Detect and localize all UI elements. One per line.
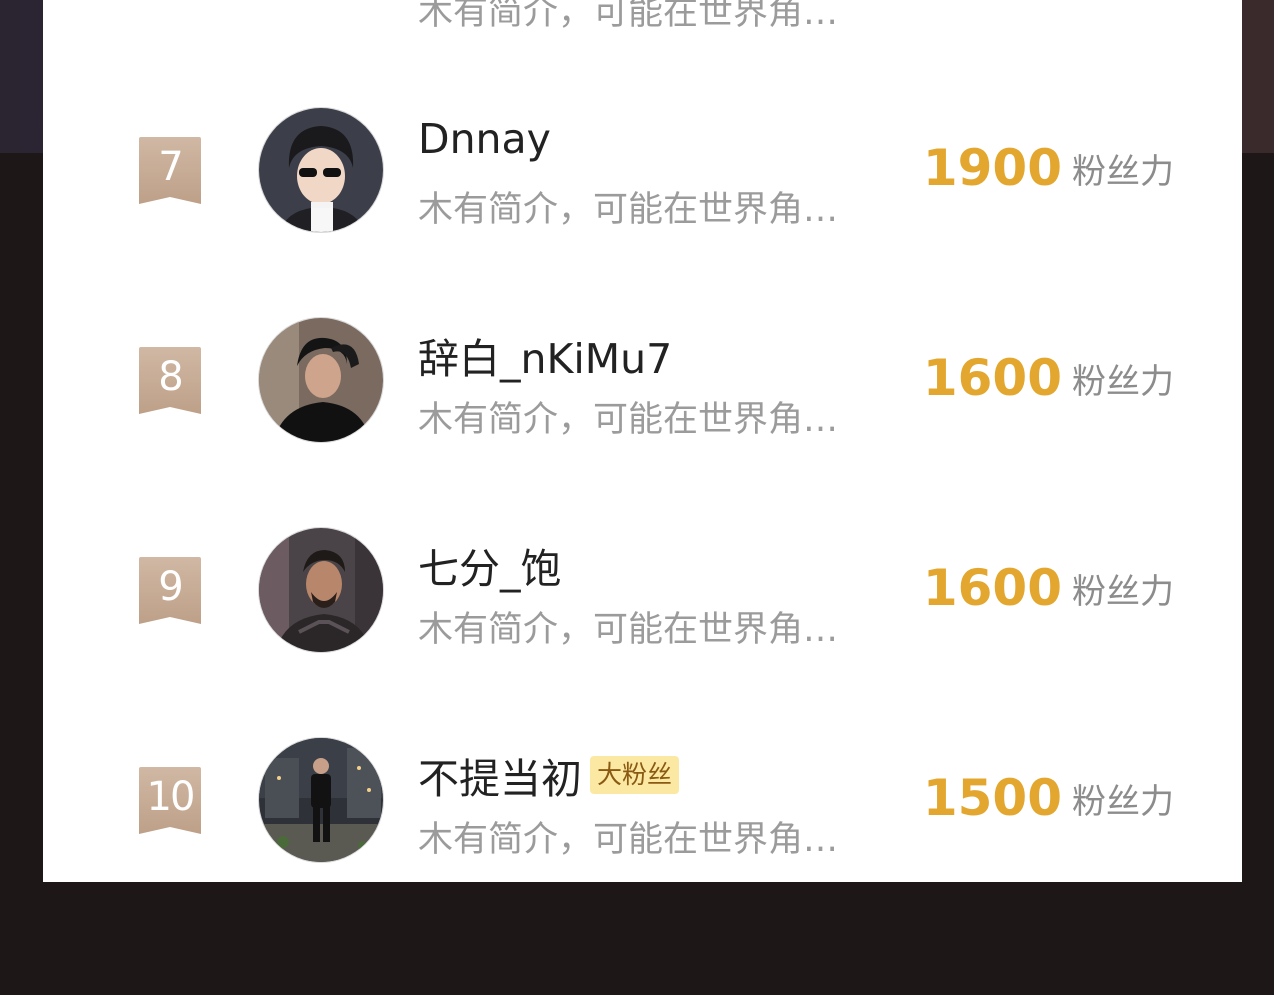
rank-badge: 10 xyxy=(139,767,201,835)
fan-power-value: 1900 xyxy=(922,139,1062,197)
fan-power-unit: 粉丝力 xyxy=(1072,781,1174,822)
fan-power: 1500 粉丝力 xyxy=(923,769,1174,827)
user-name[interactable]: 不提当初 xyxy=(418,755,582,803)
user-name[interactable]: 辞白_nKiMu7 xyxy=(418,335,672,383)
ranking-row[interactable]: 8 辞白_nKiMu7 木有简介，可能在世界角… 1600 粉丝力 xyxy=(43,275,1242,485)
fan-power-unit: 粉丝力 xyxy=(1072,361,1174,402)
avatar[interactable] xyxy=(258,527,384,653)
user-intro: 木有简介，可能在世界角… xyxy=(418,0,839,33)
fan-power-value: 1600 xyxy=(922,559,1062,617)
fan-power-unit: 粉丝力 xyxy=(1072,151,1174,192)
ranking-row-previous[interactable]: 木有简介，可能在世界角… xyxy=(43,0,1242,38)
big-fan-badge: 大粉丝 xyxy=(590,756,680,794)
user-intro: 木有简介，可能在世界角… xyxy=(418,820,839,860)
user-intro: 木有简介，可能在世界角… xyxy=(418,610,839,650)
rank-badge: 7 xyxy=(139,137,201,205)
user-intro: 木有简介，可能在世界角… xyxy=(418,190,839,230)
fan-power: 1900 粉丝力 xyxy=(923,139,1174,197)
name-line: 辞白_nKiMu7 xyxy=(418,325,672,383)
ranking-row[interactable]: 10 不提当初 大粉丝 木有简介，可能在世界角… 1500 粉丝力 xyxy=(43,695,1242,882)
fan-power: 1600 粉丝力 xyxy=(923,559,1174,617)
rank-number: 9 xyxy=(158,564,183,610)
avatar[interactable] xyxy=(258,737,384,863)
fan-power-value: 1500 xyxy=(922,769,1062,827)
avatar[interactable] xyxy=(258,317,384,443)
user-name[interactable]: 七分_饱 xyxy=(418,545,562,593)
fan-power-unit: 粉丝力 xyxy=(1072,571,1174,612)
user-intro: 木有简介，可能在世界角… xyxy=(418,400,839,440)
ranking-row[interactable]: 9 七分_饱 木有简介，可能在世界角… 1600 粉丝力 xyxy=(43,485,1242,695)
rank-badge: 8 xyxy=(139,347,201,415)
rank-number: 10 xyxy=(146,774,196,820)
name-line: Dnnay xyxy=(418,115,551,167)
fan-power-value: 1600 xyxy=(922,349,1062,407)
avatar[interactable] xyxy=(258,107,384,233)
name-line: 不提当初 大粉丝 xyxy=(418,745,680,803)
rank-number: 7 xyxy=(158,144,183,190)
rank-badge: 9 xyxy=(139,557,201,625)
fan-ranking-panel: 木有简介，可能在世界角… 7 Dnnay 木有简介，可能在世界角… 1900 粉… xyxy=(43,0,1242,882)
bottom-background xyxy=(0,882,1274,995)
user-name[interactable]: Dnnay xyxy=(418,115,551,163)
fan-power: 1600 粉丝力 xyxy=(923,349,1174,407)
name-line: 七分_饱 xyxy=(418,535,562,593)
ranking-row[interactable]: 7 Dnnay 木有简介，可能在世界角… 1900 粉丝力 xyxy=(43,65,1242,275)
rank-number: 8 xyxy=(158,354,183,400)
